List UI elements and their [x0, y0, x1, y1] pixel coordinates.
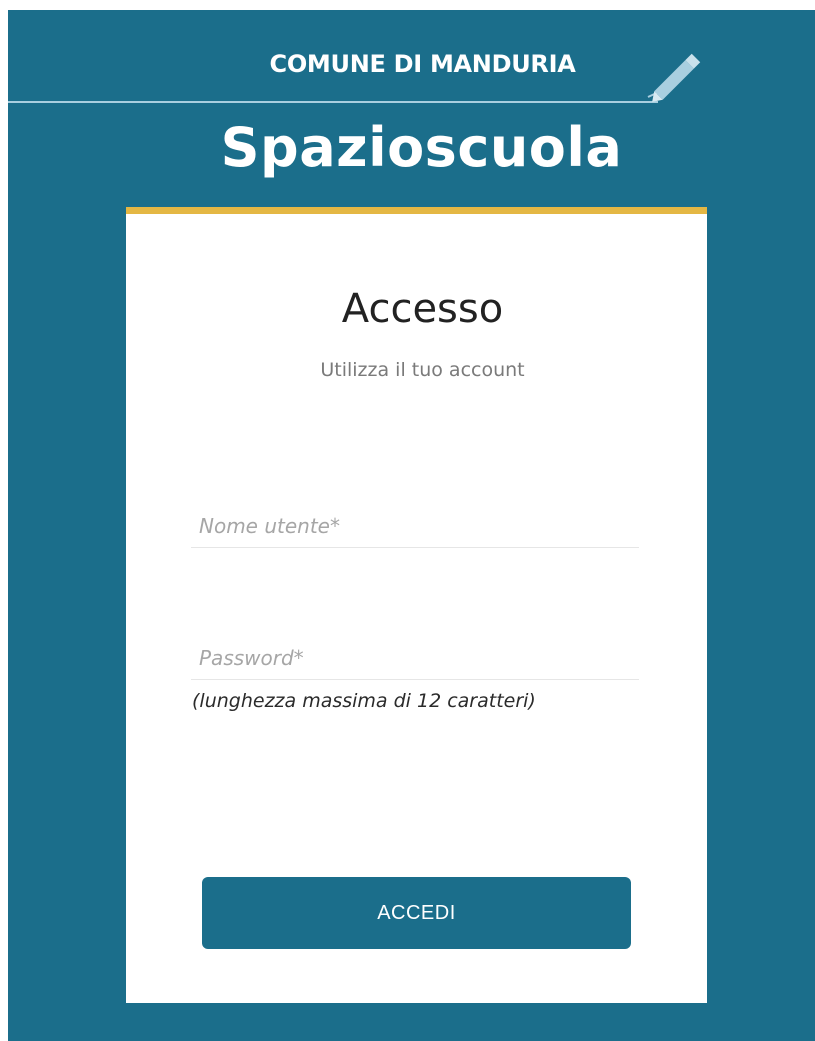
pencil-icon [652, 53, 701, 102]
login-title: Accesso [341, 286, 504, 332]
username-input[interactable] [191, 504, 639, 548]
header-divider [8, 101, 658, 103]
login-card: Accesso Utilizza il tuo account (lunghez… [126, 207, 707, 1003]
page-background: COMUNE DI MANDURIA Spazioscuola Accesso … [8, 10, 815, 1041]
login-subtitle: Utilizza il tuo account [320, 359, 525, 381]
password-hint: (lunghezza massima di 12 caratteri) [192, 690, 536, 712]
brand-title: Spazioscuola [220, 116, 623, 179]
login-button[interactable]: ACCEDI [202, 877, 631, 949]
password-input[interactable] [191, 636, 639, 680]
